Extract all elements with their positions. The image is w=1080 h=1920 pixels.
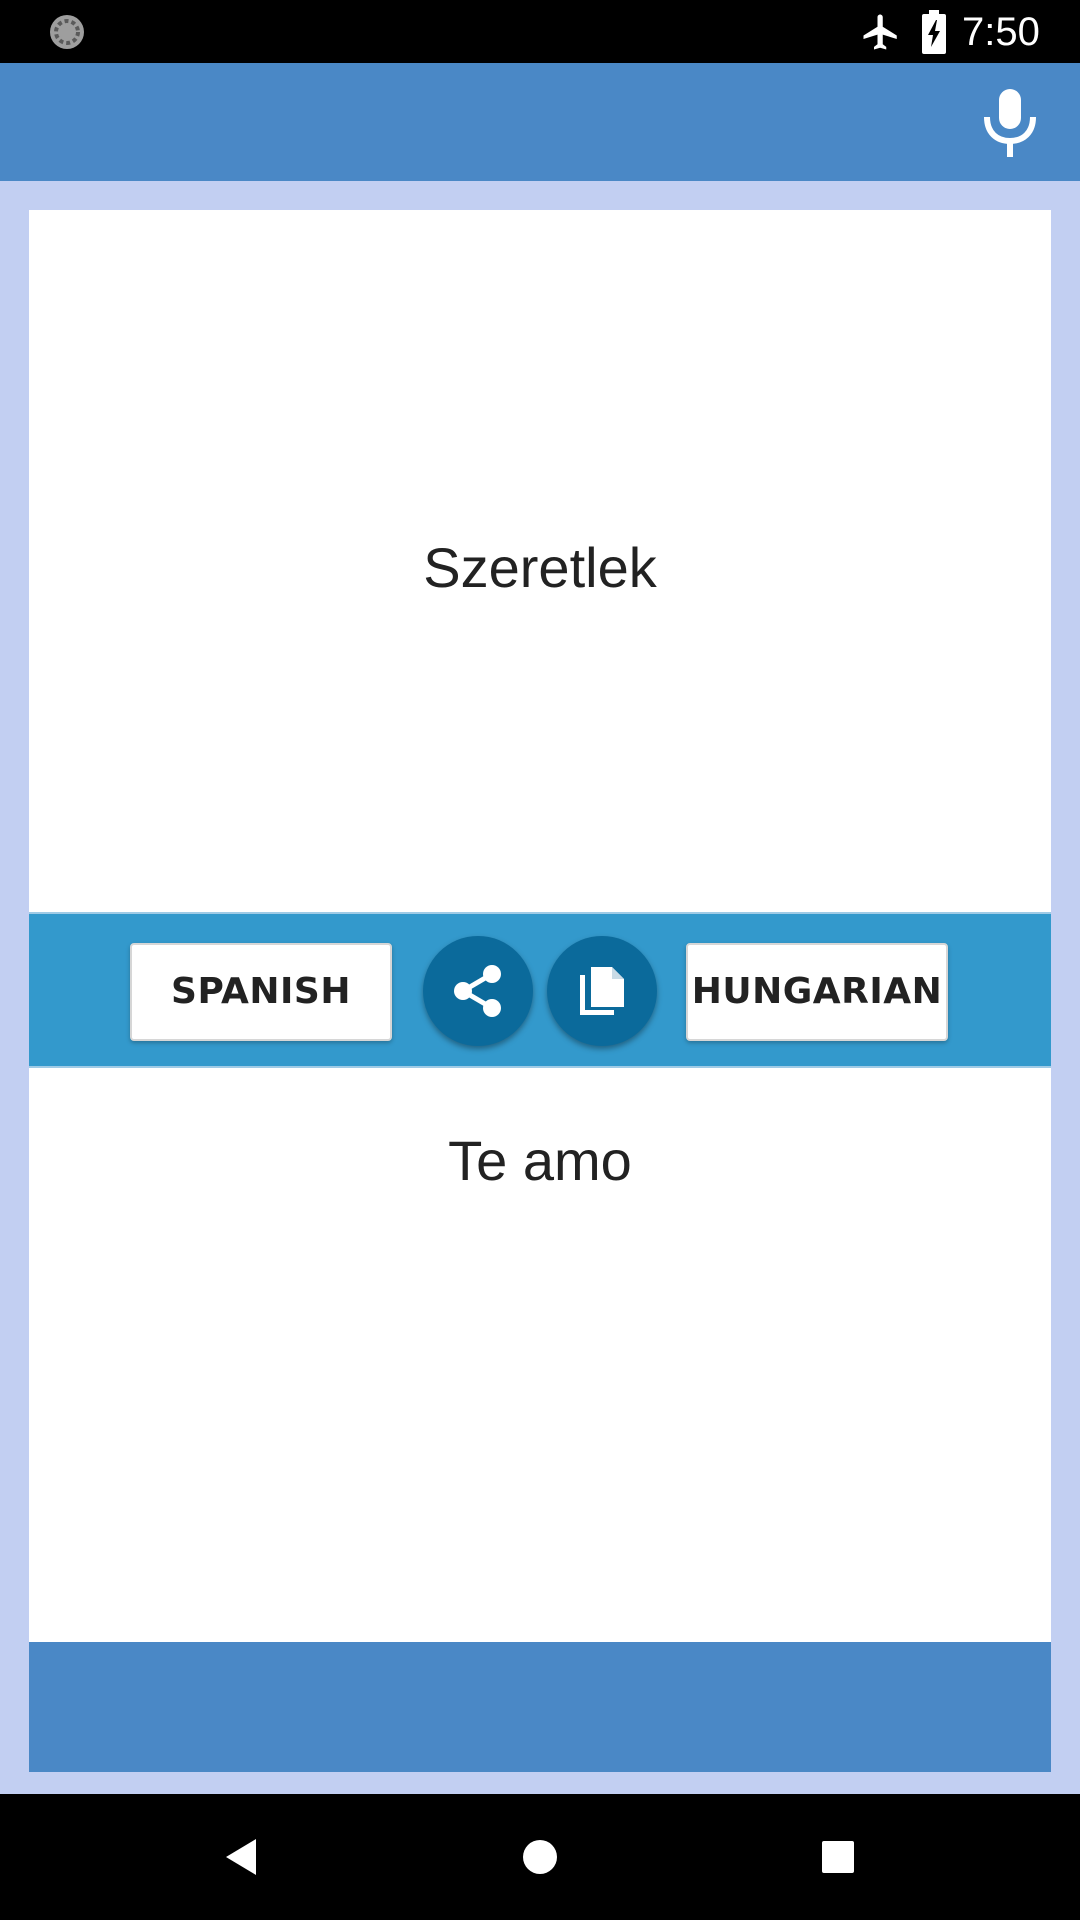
source-language-button[interactable]: SPANISH — [130, 943, 392, 1041]
back-button[interactable] — [212, 1827, 272, 1887]
home-icon — [523, 1840, 557, 1874]
microphone-icon — [984, 89, 1036, 157]
back-icon — [226, 1839, 256, 1875]
app-bar — [0, 63, 1080, 181]
translated-text: Te amo — [448, 1129, 632, 1192]
status-bar: 7:50 — [0, 0, 1080, 63]
navigation-bar — [0, 1794, 1080, 1920]
home-button[interactable] — [510, 1827, 570, 1887]
translation-panel[interactable]: Te amo — [29, 1068, 1051, 1642]
status-clock: 7:50 — [962, 10, 1040, 54]
source-text: Szeretlek — [423, 536, 657, 599]
airplane-mode-icon — [863, 14, 897, 50]
source-text-panel[interactable]: Szeretlek — [29, 210, 1051, 912]
ad-banner — [29, 1642, 1051, 1772]
share-icon — [454, 965, 501, 1017]
language-toolbar: SPANISH HUNGARIAN — [29, 912, 1051, 1068]
share-button[interactable] — [423, 936, 533, 1046]
copy-icon — [580, 967, 624, 1015]
target-language-button[interactable]: HUNGARIAN — [686, 943, 948, 1041]
sync-icon — [50, 15, 84, 49]
recents-icon — [822, 1841, 854, 1873]
battery-charging-icon — [922, 10, 946, 54]
microphone-button[interactable] — [975, 85, 1045, 161]
recents-button[interactable] — [808, 1827, 868, 1887]
copy-button[interactable] — [547, 936, 657, 1046]
